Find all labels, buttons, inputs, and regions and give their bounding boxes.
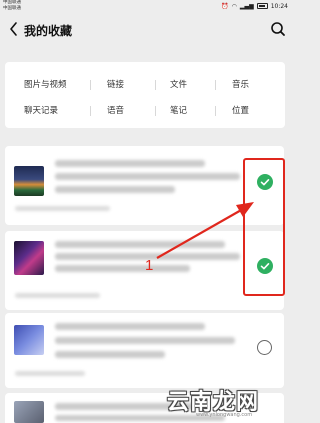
annotation-step-number: 1 bbox=[145, 257, 154, 274]
annotation-arrow bbox=[156, 202, 254, 259]
watermark-url: www.ynlongwang.com bbox=[196, 412, 253, 418]
